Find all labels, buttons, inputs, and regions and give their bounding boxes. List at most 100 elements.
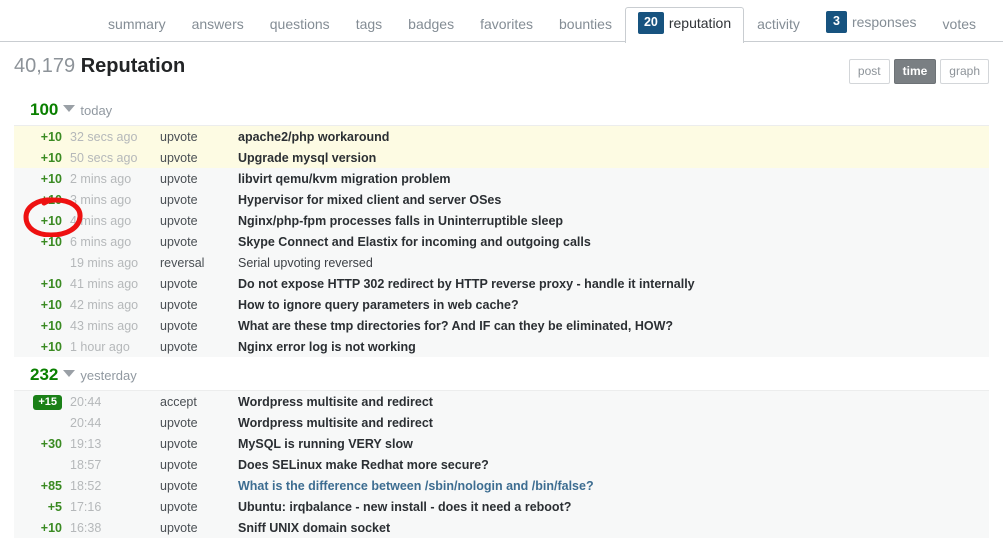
tab-list: summary answers questions tags badges favorit… — [0, 0, 1003, 43]
reputation-timestamp: 18:57 — [70, 457, 102, 472]
reputation-change: +10 — [40, 234, 62, 249]
post-title-link[interactable]: What are these tmp directories for? And … — [238, 319, 989, 333]
reputation-day-groups: 100 today +10 32 secs ago upvote apache2/php … — [14, 94, 989, 538]
reputation-timestamp: 6 mins ago — [70, 234, 132, 249]
reputation-change: +10 — [40, 276, 62, 291]
tab-answers[interactable]: answers — [179, 10, 257, 42]
post-title-link[interactable]: How to ignore query parameters in web ca… — [238, 298, 989, 312]
tab-summary-label: summary — [108, 16, 166, 32]
post-title-link[interactable]: Nginx/php-fpm processes falls in Uninter… — [238, 214, 989, 228]
reputation-row[interactable]: +10 43 mins ago upvote What are these tmp d… — [14, 315, 989, 336]
reputation-row[interactable]: +10 1 hour ago upvote Nginx error log is no… — [14, 336, 989, 357]
tab-questions[interactable]: questions — [257, 10, 343, 42]
day-label: today — [80, 103, 113, 118]
profile-tab-bar: summary answers questions tags badges favorit… — [0, 0, 1003, 43]
reputation-change: +10 — [40, 520, 62, 535]
reputation-event-type: upvote — [160, 171, 198, 186]
reputation-timestamp: 2 mins ago — [70, 171, 132, 186]
post-title-link[interactable]: Ubuntu: irqbalance - new install - does … — [238, 500, 989, 514]
reputation-row[interactable]: +5 17:16 upvote Ubuntu: irqbalance - new in… — [14, 496, 989, 517]
tab-bounties[interactable]: bounties — [546, 10, 625, 42]
reputation-event-type: upvote — [160, 234, 198, 249]
reputation-change: +30 — [40, 436, 62, 451]
reputation-timestamp: 50 secs ago — [70, 150, 138, 165]
post-title-link[interactable]: Do not expose HTTP 302 redirect by HTTP … — [238, 277, 989, 291]
reputation-row[interactable]: +30 19:13 upvote MySQL is running VERY slow — [14, 433, 989, 454]
post-title-link[interactable]: Upgrade mysql version — [238, 151, 989, 165]
post-title-link[interactable]: Wordpress multisite and redirect — [238, 416, 989, 430]
post-title-link[interactable]: Does SELinux make Redhat more secure? — [238, 458, 989, 472]
day-label: yesterday — [80, 368, 137, 383]
reputation-row[interactable]: +10 2 mins ago upvote libvirt qemu/kvm migr… — [14, 168, 989, 189]
tab-tags[interactable]: tags — [343, 10, 395, 42]
reputation-row[interactable]: +85 18:52 upvote What is the difference bet… — [14, 475, 989, 496]
tab-votes[interactable]: votes — [930, 10, 989, 42]
post-title-link[interactable]: libvirt qemu/kvm migration problem — [238, 172, 989, 186]
reputation-row[interactable]: +10 32 secs ago upvote apache2/php workarou… — [14, 126, 989, 147]
tab-summary[interactable]: summary — [95, 10, 179, 42]
reputation-row[interactable]: 20:44 upvote Wordpress multisite and redir… — [14, 412, 989, 433]
reputation-event-type: upvote — [160, 213, 198, 228]
reputation-row[interactable]: +10 50 secs ago upvote Upgrade mysql versio… — [14, 147, 989, 168]
post-title-link[interactable]: Wordpress multisite and redirect — [238, 395, 989, 409]
reputation-row[interactable]: +10 16:38 upvote Sniff UNIX domain socket — [14, 517, 989, 538]
tab-activity-label: activity — [757, 16, 800, 32]
reputation-row[interactable]: +10 41 mins ago upvote Do not expose HTTP 3… — [14, 273, 989, 294]
reputation-timestamp: 42 mins ago — [70, 297, 139, 312]
reputation-row[interactable]: +10 6 mins ago upvote Skype Connect and Ela… — [14, 231, 989, 252]
reputation-event-type: upvote — [160, 499, 198, 514]
reputation-event-type: upvote — [160, 297, 198, 312]
reputation-change: +10 — [40, 129, 62, 144]
tab-reputation[interactable]: 20 reputation — [624, 7, 745, 43]
reputation-timestamp: 20:44 — [70, 394, 102, 409]
reputation-timestamp: 43 mins ago — [70, 318, 139, 333]
reputation-row[interactable]: +10 3 mins ago upvote Hypervisor for mixed … — [14, 189, 989, 210]
tab-badges[interactable]: badges — [395, 10, 467, 42]
reputation-row[interactable]: +10 4 mins ago upvote Nginx/php-fpm process… — [14, 210, 989, 231]
reputation-event-type: reversal — [160, 255, 205, 270]
reputation-event-type: upvote — [160, 520, 198, 535]
reputation-event-type: upvote — [160, 339, 198, 354]
tab-responses-label: responses — [851, 14, 917, 30]
tab-activity[interactable]: activity — [744, 10, 813, 42]
post-title-link[interactable]: What is the difference between /sbin/nol… — [238, 479, 989, 493]
post-title-link[interactable]: Nginx error log is not working — [238, 340, 989, 354]
day-total: 100 — [30, 100, 59, 119]
day-group-yesterday: 232 yesterday +15 20:44 accept Wordpress mult… — [14, 359, 989, 538]
reputation-change: +10 — [40, 339, 62, 354]
reputation-row[interactable]: 18:57 upvote Does SELinux make Redhat more… — [14, 454, 989, 475]
view-switch-graph[interactable]: graph — [940, 59, 989, 84]
post-title-link[interactable]: apache2/php workaround — [238, 130, 989, 144]
reputation-change: +10 — [40, 150, 62, 165]
post-title-link[interactable]: Sniff UNIX domain socket — [238, 521, 989, 535]
post-title-link[interactable]: MySQL is running VERY slow — [238, 437, 989, 451]
view-switch-post[interactable]: post — [848, 59, 890, 84]
reputation-change: +10 — [40, 192, 62, 207]
reputation-row[interactable]: +10 42 mins ago upvote How to ignore query … — [14, 294, 989, 315]
chevron-down-icon[interactable] — [63, 370, 76, 377]
reputation-row[interactable]: +15 20:44 accept Wordpress multisite and re… — [14, 391, 989, 412]
page-header: 40,179 Reputation post time graph — [14, 54, 989, 92]
reputation-event-type: upvote — [160, 457, 198, 472]
reputation-row[interactable]: 19 mins ago reversal Serial upvoting rever… — [14, 252, 989, 273]
post-title-link[interactable]: Hypervisor for mixed client and server O… — [238, 193, 989, 207]
tab-responses[interactable]: 3 responses — [813, 6, 930, 42]
tab-questions-label: questions — [269, 16, 330, 32]
post-title-link[interactable]: Skype Connect and Elastix for incoming a… — [238, 235, 989, 249]
post-title-link: Serial upvoting reversed — [238, 255, 373, 270]
reputation-timestamp: 19:13 — [70, 436, 102, 451]
reputation-list: 100 today +10 32 secs ago upvote apache2/php … — [14, 94, 989, 538]
reputation-timestamp: 17:16 — [70, 499, 102, 514]
reputation-event-type: upvote — [160, 415, 198, 430]
tab-answers-label: answers — [191, 16, 244, 32]
view-switch-time[interactable]: time — [893, 59, 937, 84]
reputation-timestamp: 41 mins ago — [70, 276, 139, 291]
reputation-timestamp: 19 mins ago — [70, 255, 139, 270]
chevron-down-icon[interactable] — [63, 105, 76, 112]
tab-favorites[interactable]: favorites — [467, 10, 546, 42]
reputation-event-type: upvote — [160, 478, 198, 493]
day-group-header: 232 yesterday — [14, 359, 989, 390]
reputation-change: +10 — [40, 297, 62, 312]
accepted-answer-badge: +15 — [33, 394, 62, 410]
reputation-change: +85 — [40, 478, 62, 493]
